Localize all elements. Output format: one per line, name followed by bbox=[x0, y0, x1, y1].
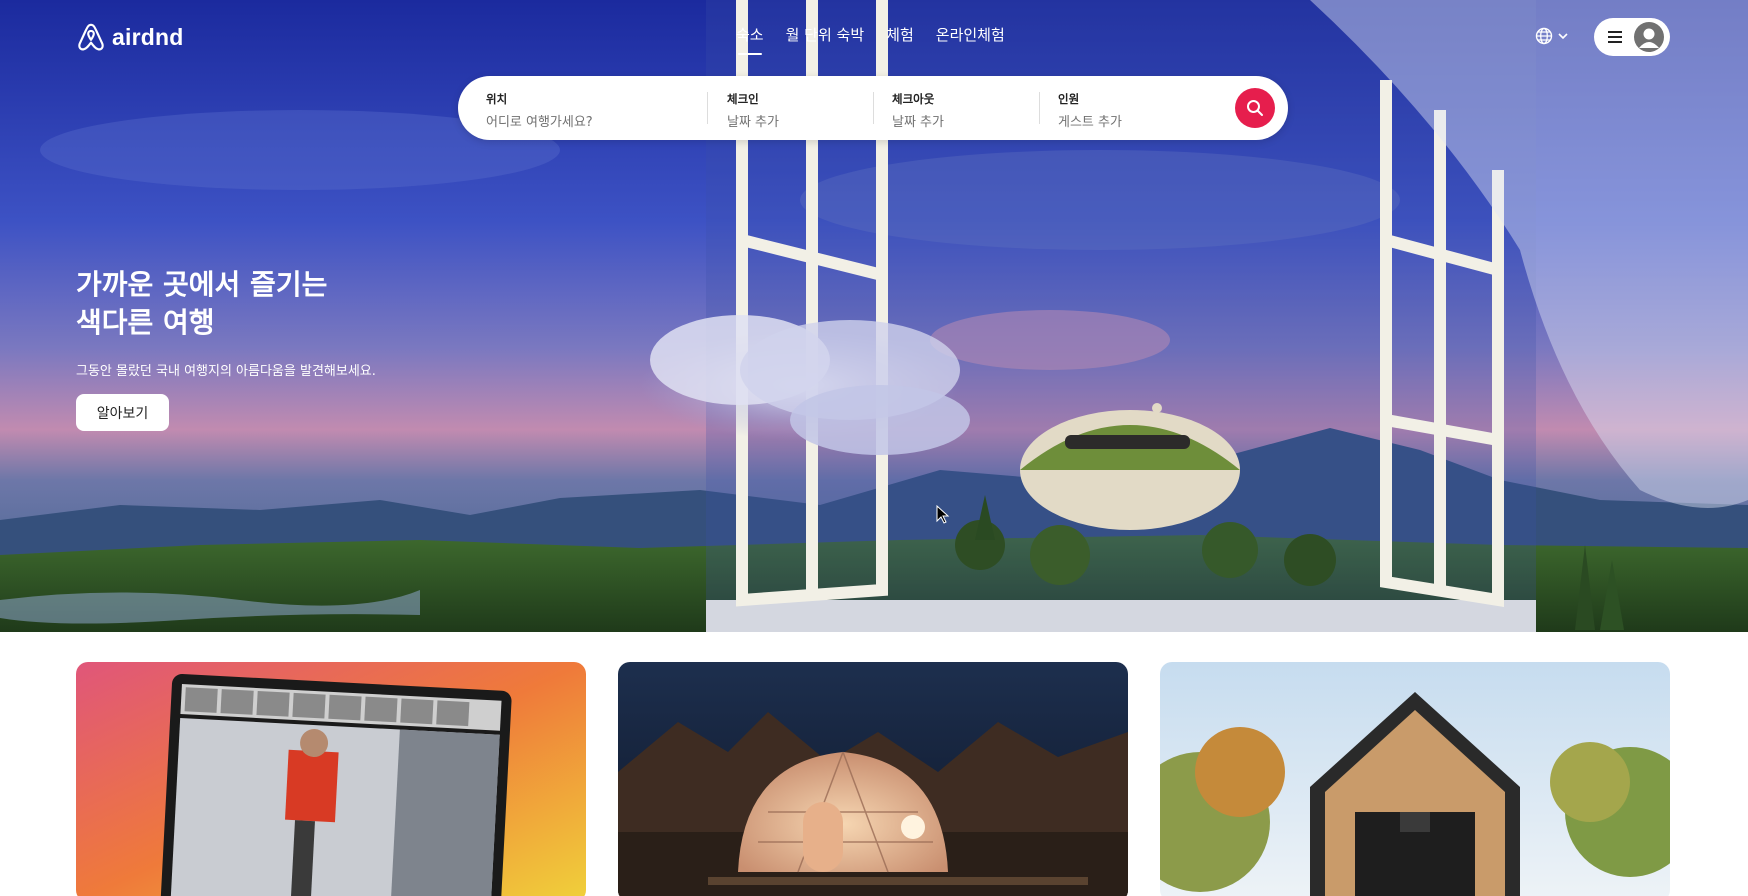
nav-item-experiences[interactable]: 체험 bbox=[886, 24, 914, 55]
nav-item-online-experiences[interactable]: 온라인체험 bbox=[936, 24, 1005, 55]
search-divider bbox=[1039, 92, 1040, 124]
hero-title: 가까운 곳에서 즐기는 색다른 여행 bbox=[76, 266, 327, 342]
hero-subtitle: 그동안 몰랐던 국내 여행지의 아름다움을 발견해보세요. bbox=[76, 364, 376, 379]
category-card-entire-homes[interactable] bbox=[1160, 662, 1670, 896]
menu-icon bbox=[1608, 31, 1622, 43]
chevron-down-icon bbox=[1558, 33, 1568, 40]
guests-label: 인원 bbox=[1058, 92, 1080, 106]
checkin-input[interactable]: 날짜 추가 bbox=[727, 111, 867, 130]
profile-menu-button[interactable] bbox=[1594, 18, 1670, 56]
airdnd-logo-icon bbox=[78, 23, 104, 51]
online-experience-image bbox=[76, 662, 586, 896]
location-label: 위치 bbox=[486, 92, 508, 106]
guests-field[interactable]: 인원 게스트 추가 bbox=[1058, 91, 1208, 130]
brand-logo[interactable]: airdnd bbox=[76, 22, 183, 52]
main-nav: 숙소 월 단위 숙박 체험 온라인체험 bbox=[736, 24, 1027, 55]
learn-more-button[interactable]: 알아보기 bbox=[76, 394, 169, 431]
checkout-field[interactable]: 체크아웃 날짜 추가 bbox=[892, 91, 1032, 130]
search-divider bbox=[873, 92, 874, 124]
checkin-field[interactable]: 체크인 날짜 추가 bbox=[727, 91, 867, 130]
language-button[interactable] bbox=[1535, 27, 1569, 45]
user-avatar-icon bbox=[1634, 22, 1664, 52]
category-card-online-experience[interactable] bbox=[76, 662, 586, 896]
category-card-unique-stays[interactable] bbox=[618, 662, 1128, 896]
nav-item-monthly-stays[interactable]: 월 단위 숙박 bbox=[786, 24, 865, 55]
location-input[interactable]: 어디로 여행가세요? bbox=[486, 111, 696, 130]
location-field[interactable]: 위치 어디로 여행가세요? bbox=[486, 91, 696, 130]
search-button[interactable] bbox=[1235, 88, 1275, 128]
checkout-input[interactable]: 날짜 추가 bbox=[892, 111, 1032, 130]
search-divider bbox=[707, 92, 708, 124]
checkin-label: 체크인 bbox=[727, 92, 759, 106]
mouse-cursor-icon bbox=[936, 505, 950, 524]
dome-tent-image bbox=[618, 662, 1128, 896]
brand-name: airdnd bbox=[112, 23, 184, 50]
checkout-label: 체크아웃 bbox=[892, 92, 935, 106]
hero-title-line-1: 가까운 곳에서 즐기는 bbox=[76, 268, 328, 301]
guests-input[interactable]: 게스트 추가 bbox=[1058, 111, 1208, 130]
search-bar: 위치 어디로 여행가세요? 체크인 날짜 추가 체크아웃 날짜 추가 인원 게스… bbox=[458, 76, 1288, 140]
nav-item-stays[interactable]: 숙소 bbox=[736, 24, 764, 55]
cabin-image bbox=[1160, 662, 1670, 896]
hero-title-line-2: 색다른 여행 bbox=[76, 306, 215, 339]
search-icon bbox=[1247, 100, 1263, 116]
globe-icon bbox=[1535, 27, 1553, 45]
